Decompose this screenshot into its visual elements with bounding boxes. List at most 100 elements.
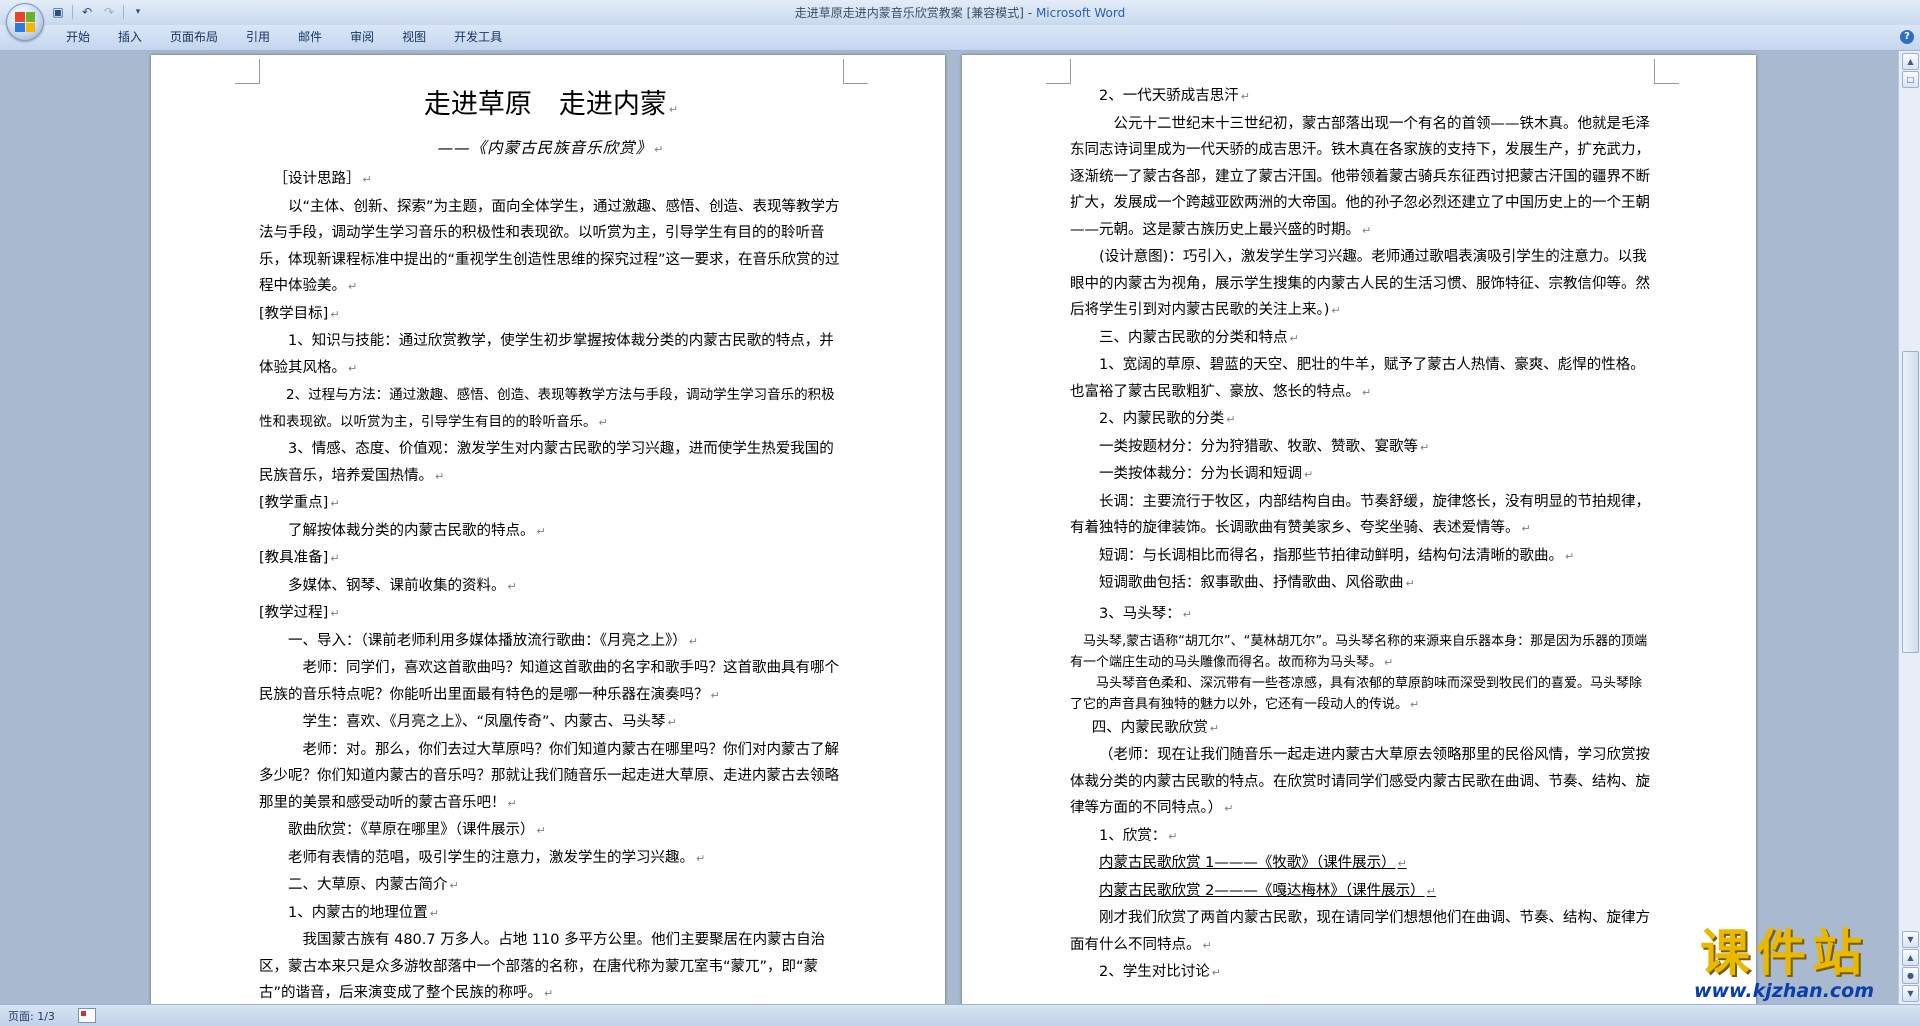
section-heading: [教学目标] ↵	[259, 305, 340, 322]
section-heading: 2、一代天骄成吉思汗 ↵	[1099, 88, 1250, 104]
paragraph-mark: ↵	[507, 579, 517, 593]
paragraph-mark: ↵	[348, 361, 358, 375]
page-2-content: 2、一代天骄成吉思汗 ↵ 公元十二世纪末十三世纪初，蒙古部落出现一个有名的首领——…	[1070, 83, 1654, 987]
paragraph-mark: ↵	[1211, 966, 1221, 979]
tab-view[interactable]: 视图	[388, 25, 440, 50]
app-name: Microsoft Word	[1035, 6, 1126, 20]
scroll-up-arrow-icon[interactable]: ▲	[1902, 53, 1919, 70]
section-heading: ［设计思路］ ↵	[273, 171, 372, 187]
body-paragraph: 老师：同学们，喜欢这首歌曲吗？知道这首歌曲的名字和歌手吗？这首歌曲具有哪个民族的…	[259, 660, 839, 703]
body-paragraph: 多媒体、钢琴、课前收集的资料。 ↵	[288, 577, 517, 594]
body-paragraph: 2、过程与方法：通过激趣、感悟、创造、表现等教学方法与手段，调动学生学习音乐的积…	[259, 387, 835, 430]
body-paragraph: 一、导入：（课前老师利用多媒体播放流行歌曲：《月亮之上》） ↵	[288, 632, 698, 649]
paragraph-mark: ↵	[330, 607, 340, 620]
document-workspace[interactable]: 走进草原 走进内蒙 ↵ ——《内蒙古民族音乐欣赏》 ↵ ［设计思路］ ↵ 以“主体、创…	[0, 51, 1898, 1004]
tab-mailings[interactable]: 邮件	[284, 25, 336, 50]
paragraph-mark: ↵	[1521, 522, 1531, 535]
paragraph-mark: ↵	[1168, 829, 1178, 843]
ruler-toggle-icon[interactable]: □	[1902, 71, 1919, 88]
body-paragraph: 了解按体裁分类的内蒙古民歌的特点。 ↵	[288, 522, 546, 539]
tab-references[interactable]: 引用	[232, 25, 284, 50]
next-page-icon[interactable]: ▼	[1902, 985, 1919, 1002]
body-paragraph: 公元十二世纪末十三世纪初，蒙古部落出现一个有名的首领——铁木真。他就是毛泽东同志…	[1070, 115, 1650, 238]
paragraph-mark: ↵	[1362, 223, 1372, 237]
page-1-content: 走进草原 走进内蒙 ↵ ——《内蒙古民族音乐欣赏》 ↵ ［设计思路］ ↵ 以“主体、创…	[259, 83, 843, 1004]
body-paragraph: 歌曲欣赏：《草原在哪里》（课件展示） ↵	[288, 822, 546, 838]
document-title: 走进草原 走进内蒙 ↵	[423, 89, 679, 120]
section-heading: [教学重点] ↵	[259, 495, 340, 511]
body-paragraph: 一类按体裁分：分为长调和短调 ↵	[1099, 466, 1314, 482]
tab-developer[interactable]: 开发工具	[440, 25, 516, 50]
paragraph-mark: ↵	[1304, 468, 1314, 481]
body-paragraph: 1、宽阔的草原、碧蓝的天空、肥壮的牛羊，赋予了蒙古人热情、豪爽、彪悍的性格。也富…	[1070, 357, 1645, 400]
paragraph-mark: ↵	[1209, 721, 1219, 735]
body-paragraph: 长调：主要流行于牧区，内部结构自由。节奏舒缓，旋律悠长，没有明显的节拍规律，有着…	[1070, 493, 1650, 537]
section-heading: [教学过程] ↵	[259, 605, 340, 621]
paragraph-mark: ↵	[710, 688, 720, 702]
body-paragraph: 短调：与长调相比而得名，指那些节拍律动鲜明，结构句法清晰的歌曲。 ↵	[1099, 547, 1575, 564]
paragraph-mark: ↵	[1240, 90, 1250, 103]
body-paragraph: 二、大草原、内蒙古简介 ↵	[288, 877, 459, 893]
paragraph-mark: ↵	[598, 415, 608, 429]
document-subtitle: ——《内蒙古民族音乐欣赏》 ↵	[437, 139, 665, 157]
paragraph-mark: ↵	[429, 906, 439, 920]
help-icon[interactable]: ?	[1900, 30, 1914, 44]
vertical-scrollbar[interactable]: ▲ □ ▼ ▲ ● ▼	[1898, 51, 1920, 1004]
paragraph-mark: ↵	[330, 552, 340, 565]
crop-mark	[1654, 59, 1679, 84]
page-count[interactable]: 页面: 1/3	[8, 1008, 55, 1024]
paragraph-mark: ↵	[330, 307, 340, 321]
section-heading: 四、内蒙民歌欣赏 ↵	[1091, 719, 1219, 736]
body-paragraph: 以“主体、创新、探索”为主题，面向全体学生，通过激趣、感悟、创造、表现等教学方法…	[259, 198, 840, 295]
paragraph-mark: ↵	[544, 987, 554, 1000]
song-item: 内蒙古民歌欣赏 1———《牧歌》（课件展示） ↵	[1099, 855, 1407, 871]
status-bar: 页面: 1/3	[0, 1004, 1920, 1026]
document-page-1[interactable]: 走进草原 走进内蒙 ↵ ——《内蒙古民族音乐欣赏》 ↵ ［设计思路］ ↵ 以“主体、创…	[151, 55, 945, 1004]
tab-insert[interactable]: 插入	[104, 25, 156, 50]
song-item: 内蒙古民歌欣赏 2———《嘎达梅林》（课件展示） ↵	[1099, 882, 1436, 899]
document-name: 走进草原走进内蒙音乐欣赏教案 [兼容模式] -	[794, 6, 1033, 20]
body-paragraph: 1、内蒙古的地理位置 ↵	[288, 904, 439, 921]
scroll-down-arrow-icon[interactable]: ▼	[1902, 931, 1919, 948]
scrollbar-thumb[interactable]	[1902, 351, 1919, 653]
body-paragraph: （老师：现在让我们随音乐一起走进内蒙古大草原去领略那里的民俗风情，学习欣赏按体裁…	[1070, 747, 1650, 816]
paragraph-mark: ↵	[362, 173, 372, 186]
section-heading: 3、马头琴： ↵	[1099, 605, 1192, 622]
body-paragraph: 3、情感、态度、价值观：激发学生对内蒙古民歌的学习兴趣，进而使学生热爱我国的民族…	[259, 441, 834, 484]
body-paragraph: 刚才我们欣赏了两首内蒙古民歌，现在请同学们想想他们在曲调、节奏、结构、旋律方面有…	[1070, 910, 1650, 953]
watermark-brand: 课件站	[1700, 924, 1868, 982]
paragraph-mark: ↵	[1384, 655, 1394, 669]
crop-mark	[235, 59, 260, 84]
office-button[interactable]	[6, 3, 44, 41]
office-logo-icon	[15, 12, 35, 32]
section-heading: 2、学生对比讨论 ↵	[1099, 964, 1221, 980]
paragraph-mark: ↵	[1426, 884, 1436, 898]
paragraph-mark: ↵	[1405, 577, 1415, 590]
tab-home[interactable]: 开始	[52, 25, 104, 50]
ribbon-tabs: 开始 插入 页面布局 引用 邮件 审阅 视图 开发工具	[52, 25, 516, 50]
watermark-logo: 课件站 www.kjzhan.com	[1666, 926, 1902, 1002]
body-paragraph: 一类按题材分：分为狩猎歌、牧歌、赞歌、宴歌等 ↵	[1099, 438, 1430, 455]
document-page-2[interactable]: 2、一代天骄成吉思汗 ↵ 公元十二世纪末十三世纪初，蒙古部落出现一个有名的首领——…	[962, 55, 1756, 1004]
body-paragraph: 马头琴,蒙古语称“胡兀尔”、“莫林胡兀尔”。马头琴名称的来源来自乐器本身：那是因…	[1070, 633, 1648, 670]
paragraph-mark: ↵	[1224, 802, 1234, 815]
select-browse-object-icon[interactable]: ●	[1902, 967, 1919, 984]
tab-page-layout[interactable]: 页面布局	[156, 25, 232, 50]
paragraph-mark: ↵	[1362, 385, 1372, 399]
body-paragraph: 学生：喜欢、《月亮之上》、“凤凰传奇”、内蒙古、马头琴 ↵	[302, 714, 677, 730]
paragraph-mark: ↵	[507, 796, 517, 810]
previous-page-icon[interactable]: ▲	[1902, 949, 1919, 966]
body-paragraph: 老师：对。那么，你们去过大草原吗？你们知道内蒙古在哪里吗？你们对内蒙古了解多少呢…	[259, 741, 839, 811]
proofing-language-icon[interactable]	[78, 1008, 96, 1023]
paragraph-mark: ↵	[696, 851, 706, 865]
paragraph-mark: ↵	[1410, 697, 1420, 711]
paragraph-mark: ↵	[330, 497, 340, 510]
body-paragraph: 1、知识与技能：通过欣赏教学，使学生初步掌握按体裁分类的内蒙古民歌的特点，并体验…	[259, 333, 834, 376]
paragraph-mark: ↵	[348, 280, 358, 293]
title-bar: ▣ ↶ ↷ ▾ 走进草原走进内蒙音乐欣赏教案 [兼容模式] - Microsof…	[0, 0, 1920, 41]
tab-review[interactable]: 审阅	[336, 25, 388, 50]
crop-mark	[843, 59, 868, 84]
paragraph-mark: ↵	[1397, 857, 1407, 870]
paragraph-mark: ↵	[1289, 331, 1299, 345]
body-paragraph: 老师有表情的范唱，吸引学生的注意力，激发学生的学习兴趣。 ↵	[288, 849, 706, 866]
